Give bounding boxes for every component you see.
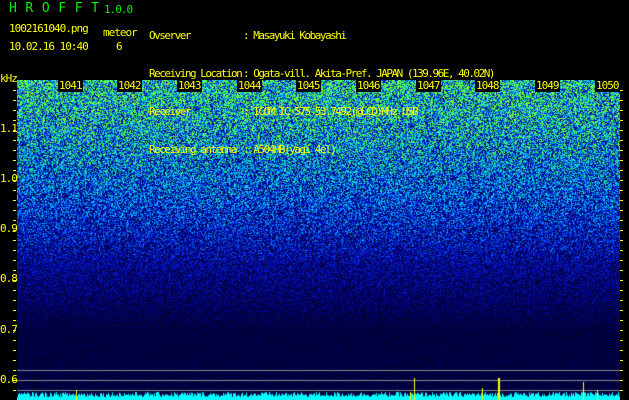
tick-mark — [13, 140, 16, 141]
station-info: Ovserver : Masayuki Kobayashi Receiving L… — [149, 4, 619, 169]
tick-mark — [13, 250, 16, 251]
time-label: 1041 — [58, 79, 83, 92]
tick-mark — [13, 240, 16, 241]
tick-mark — [620, 360, 623, 361]
tick-mark — [13, 300, 16, 301]
tick-mark — [620, 390, 623, 391]
tick-mark — [13, 150, 16, 151]
tick-mark — [13, 390, 16, 391]
y-tick-label: 0.9 — [0, 222, 18, 235]
tick-mark — [620, 250, 623, 251]
tick-mark — [620, 230, 623, 231]
tick-mark — [13, 330, 16, 331]
tick-mark — [620, 150, 623, 151]
tick-mark — [620, 200, 623, 201]
info-key: Receiver — [149, 105, 191, 118]
info-value: : Ogata-vill. Akita-Pref. JAPAN (139.96E… — [243, 67, 496, 80]
tick-mark — [620, 300, 623, 301]
y-tick-label: 0.8 — [0, 272, 18, 285]
tick-mark — [620, 370, 623, 371]
tick-mark — [13, 270, 16, 271]
tick-mark — [13, 260, 16, 261]
tick-mark — [620, 270, 623, 271]
tick-mark — [620, 170, 623, 171]
tick-mark — [620, 140, 623, 141]
tick-mark — [620, 220, 623, 221]
tick-mark — [620, 350, 623, 351]
app-version: 1.0.0 — [104, 3, 133, 16]
tick-mark — [620, 160, 623, 161]
tick-mark — [620, 330, 623, 331]
y-unit: kHz — [0, 72, 18, 85]
info-key: Receiving antenna — [149, 143, 238, 156]
tick-mark — [13, 230, 16, 231]
tick-mark — [620, 90, 623, 91]
tick-mark — [620, 190, 623, 191]
tick-mark — [620, 280, 623, 281]
info-key: Receiving Location — [149, 67, 243, 80]
tick-mark — [13, 120, 16, 121]
tick-mark — [13, 380, 16, 381]
tick-mark — [13, 200, 16, 201]
info-value: : ICOM IC-575 53.7492(@LCD)MHz USB — [243, 105, 419, 118]
y-tick-label: 1.1 — [0, 122, 18, 135]
tick-mark — [620, 110, 623, 111]
tick-mark — [13, 90, 16, 91]
tick-mark — [13, 160, 16, 161]
info-value: : Masayuki Kobayashi — [243, 29, 347, 42]
tick-mark — [13, 190, 16, 191]
tick-mark — [13, 210, 16, 211]
meteor-label: meteor — [103, 26, 138, 39]
y-tick-label: 1.0 — [0, 172, 18, 185]
tick-mark — [620, 120, 623, 121]
tick-mark — [13, 320, 16, 321]
tick-mark — [13, 170, 16, 171]
tick-mark — [620, 340, 623, 341]
tick-mark — [620, 260, 623, 261]
tick-mark — [620, 310, 623, 311]
info-key: Ovserver — [149, 29, 191, 42]
meteor-count: 6 — [116, 40, 123, 53]
tick-mark — [620, 210, 623, 211]
tick-mark — [13, 180, 16, 181]
tick-mark — [13, 350, 16, 351]
tick-mark — [13, 310, 16, 311]
tick-mark — [620, 240, 623, 241]
tick-mark — [13, 360, 16, 361]
time-label: 1042 — [117, 79, 142, 92]
tick-mark — [620, 100, 623, 101]
tick-mark — [13, 290, 16, 291]
app-title: HROFFT — [9, 1, 108, 16]
tick-mark — [13, 100, 16, 101]
date-time: 10.02.16 10:40 — [9, 40, 89, 53]
tick-mark — [13, 340, 16, 341]
info-value: : A504HB(yagi 4el) — [243, 143, 337, 156]
tick-mark — [620, 290, 623, 291]
tick-mark — [13, 280, 16, 281]
tick-mark — [620, 380, 623, 381]
tick-mark — [620, 180, 623, 181]
tick-mark — [13, 220, 16, 221]
file-name: 1002161040.png — [9, 22, 89, 35]
tick-mark — [13, 110, 16, 111]
tick-mark — [620, 320, 623, 321]
tick-mark — [620, 130, 623, 131]
tick-mark — [13, 130, 16, 131]
tick-mark — [13, 370, 16, 371]
